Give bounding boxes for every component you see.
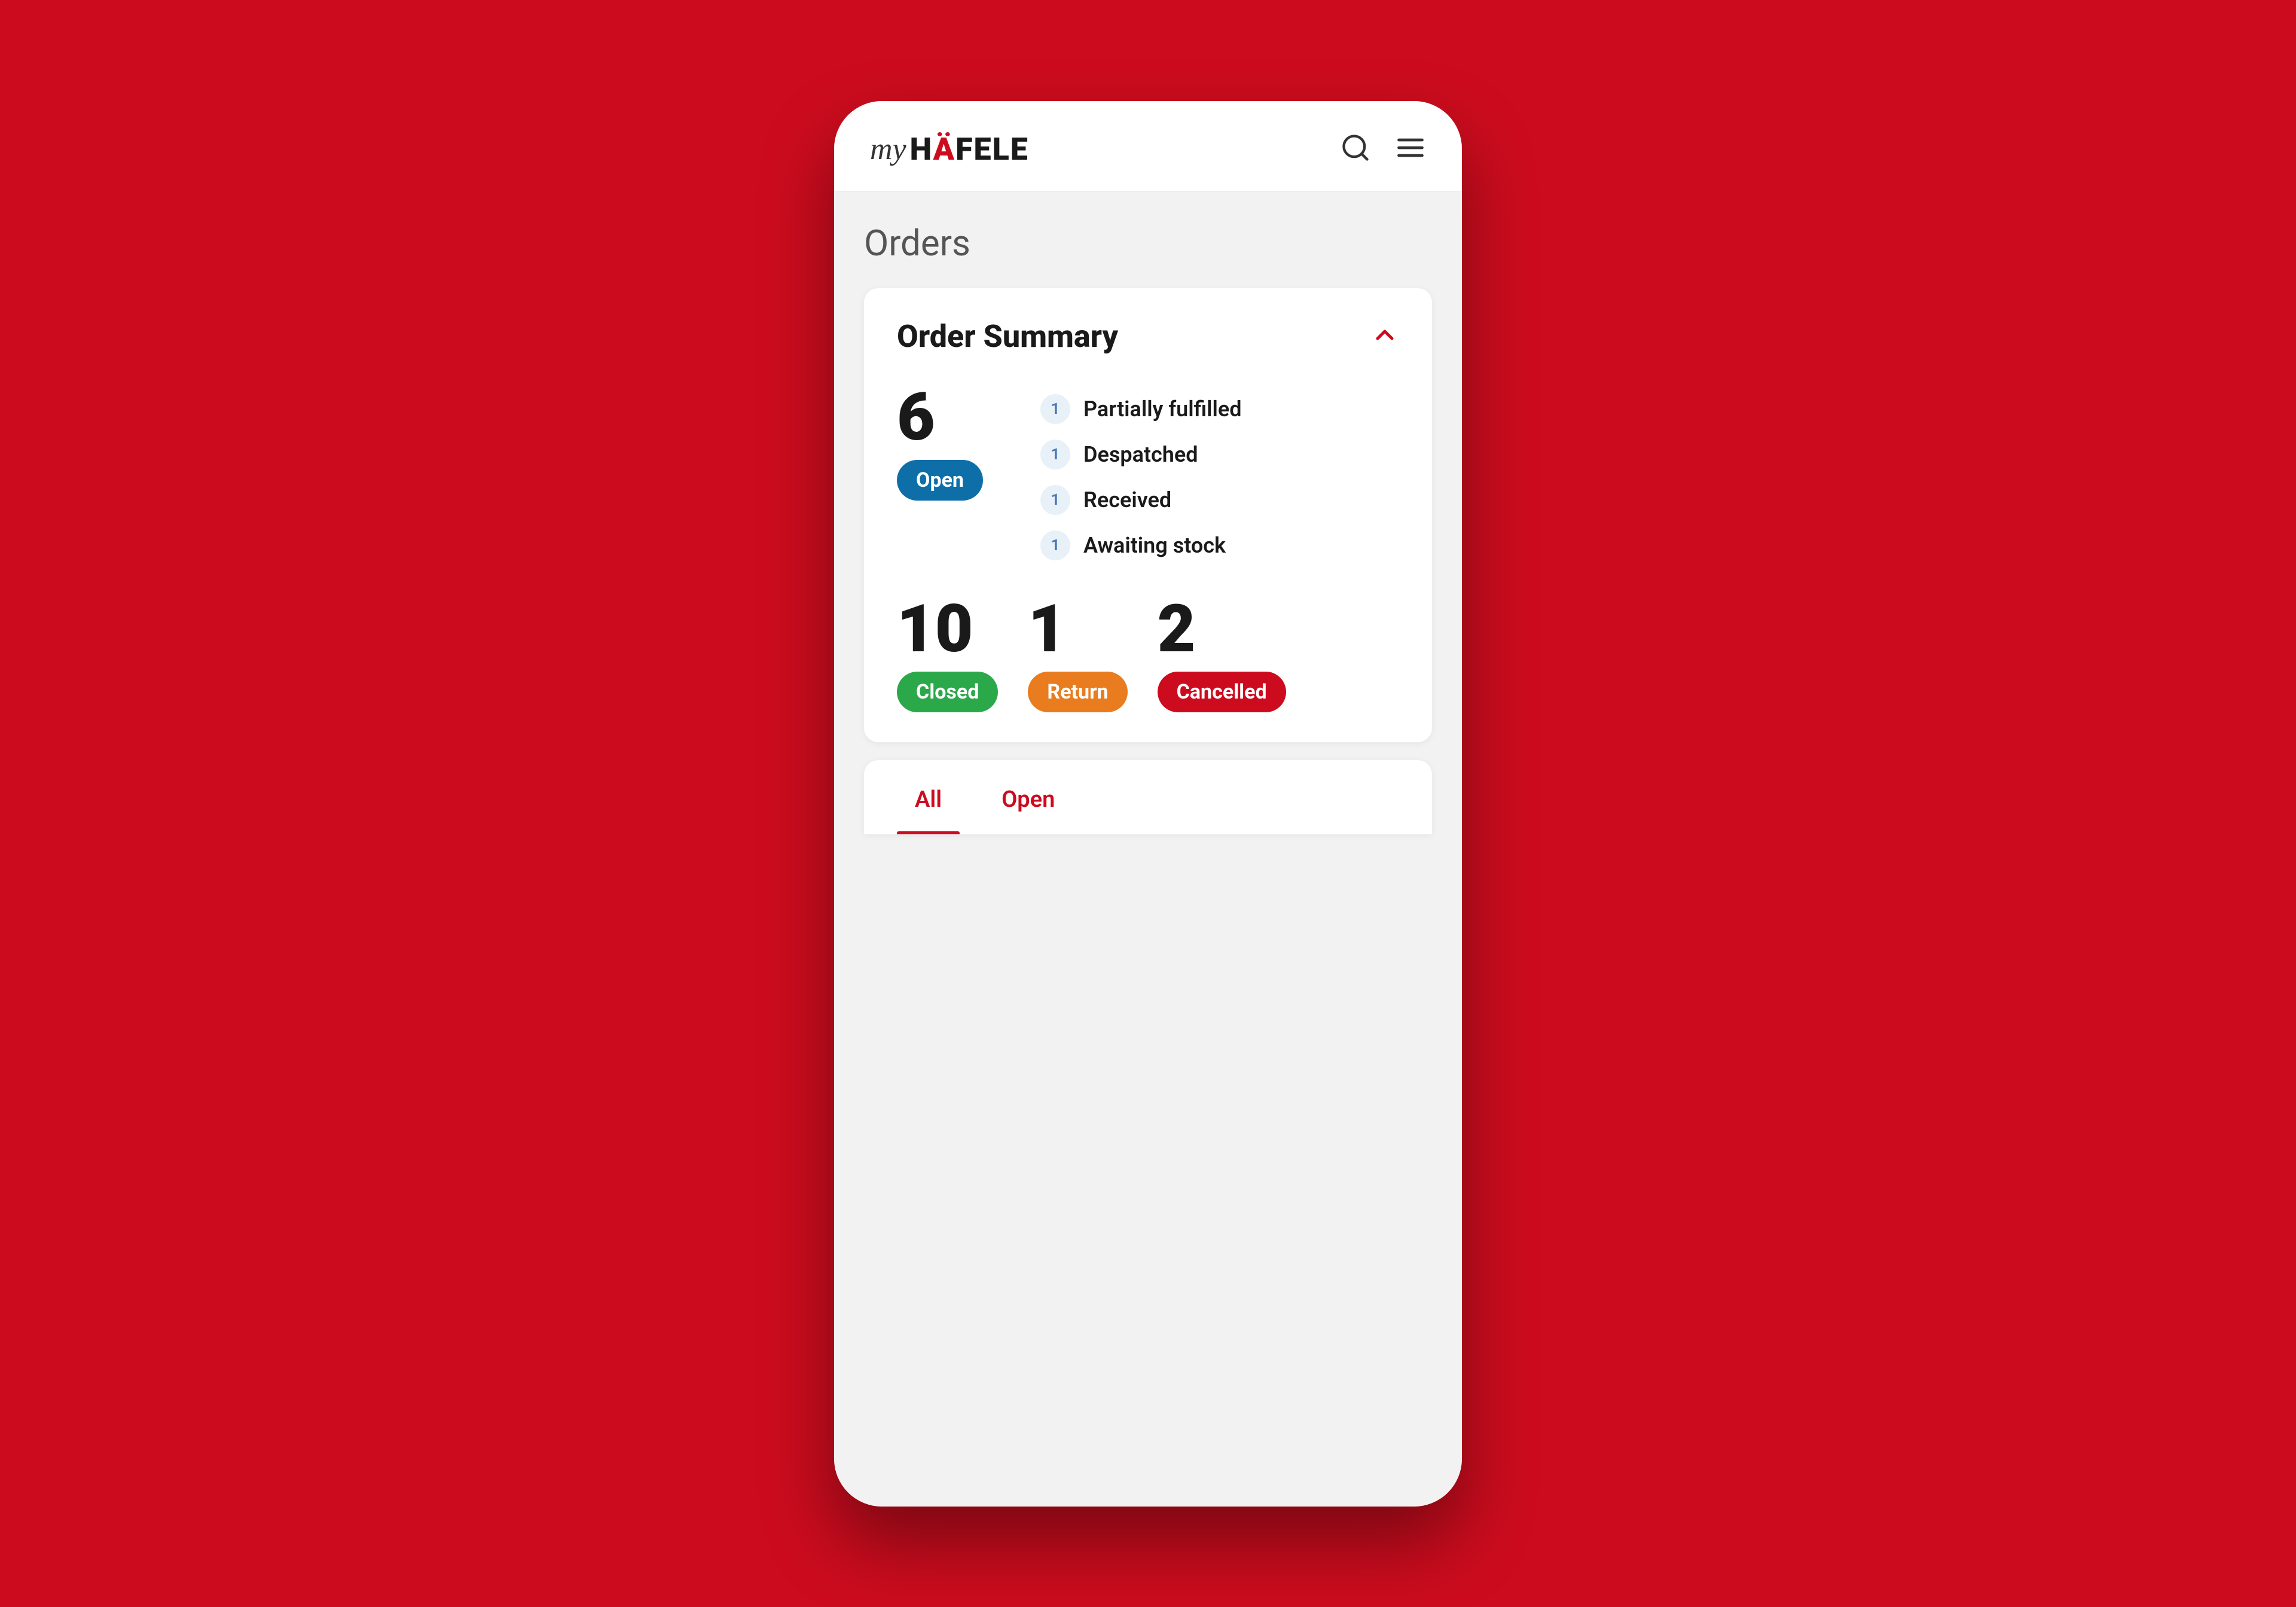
tabs-card: All Open <box>864 760 1432 834</box>
tab-open[interactable]: Open <box>984 760 1073 834</box>
open-badge[interactable]: Open <box>897 460 983 501</box>
status-label-partially-fulfilled: Partially fulfilled <box>1083 397 1241 422</box>
status-despatched: 1 Despatched <box>1040 440 1399 469</box>
closed-count: 10 <box>897 596 973 662</box>
phone-frame: my HÄFELE Orders Or <box>834 101 1462 1507</box>
open-count: 6 <box>897 385 935 450</box>
status-label-despatched: Despatched <box>1083 442 1198 467</box>
status-received: 1 Received <box>1040 485 1399 515</box>
cancelled-count: 2 <box>1158 596 1196 662</box>
logo-hafele: HÄFELE <box>910 131 1029 167</box>
menu-icon[interactable] <box>1395 132 1426 166</box>
cancelled-badge[interactable]: Cancelled <box>1158 672 1286 712</box>
status-label-awaiting-stock: Awaiting stock <box>1083 533 1226 558</box>
logo-my: my <box>870 132 906 167</box>
open-summary: 6 Open <box>897 385 1016 560</box>
tabs-row: All Open <box>897 760 1399 834</box>
status-count-badge: 1 <box>1040 485 1070 515</box>
page-content: Orders Order Summary 6 Open 1 <box>834 192 1462 1507</box>
search-icon[interactable] <box>1340 132 1371 166</box>
page-title: Orders <box>864 222 1432 264</box>
header: my HÄFELE <box>834 101 1462 192</box>
status-count-badge: 1 <box>1040 394 1070 424</box>
tab-all[interactable]: All <box>897 760 960 834</box>
order-summary-card: Order Summary 6 Open 1 Partially fulfill… <box>864 288 1432 742</box>
status-awaiting-stock: 1 Awaiting stock <box>1040 530 1399 560</box>
status-label-received: Received <box>1083 487 1171 513</box>
status-count-badge: 1 <box>1040 440 1070 469</box>
card-title: Order Summary <box>897 318 1118 355</box>
summary-bottom-row: 10 Closed 1 Return 2 Cancelled <box>897 596 1399 712</box>
return-summary: 1 Return <box>1028 596 1127 712</box>
header-icons <box>1340 132 1426 166</box>
return-badge[interactable]: Return <box>1028 672 1127 712</box>
return-count: 1 <box>1028 596 1066 662</box>
closed-summary: 10 Closed <box>897 596 998 712</box>
chevron-up-icon[interactable] <box>1370 321 1399 352</box>
status-list: 1 Partially fulfilled 1 Despatched 1 Rec… <box>1040 385 1399 560</box>
card-header: Order Summary <box>897 318 1399 355</box>
cancelled-summary: 2 Cancelled <box>1158 596 1286 712</box>
status-partially-fulfilled: 1 Partially fulfilled <box>1040 394 1399 424</box>
summary-open-row: 6 Open 1 Partially fulfilled 1 Despatche… <box>897 385 1399 560</box>
status-count-badge: 1 <box>1040 530 1070 560</box>
closed-badge[interactable]: Closed <box>897 672 998 712</box>
logo: my HÄFELE <box>870 131 1029 167</box>
